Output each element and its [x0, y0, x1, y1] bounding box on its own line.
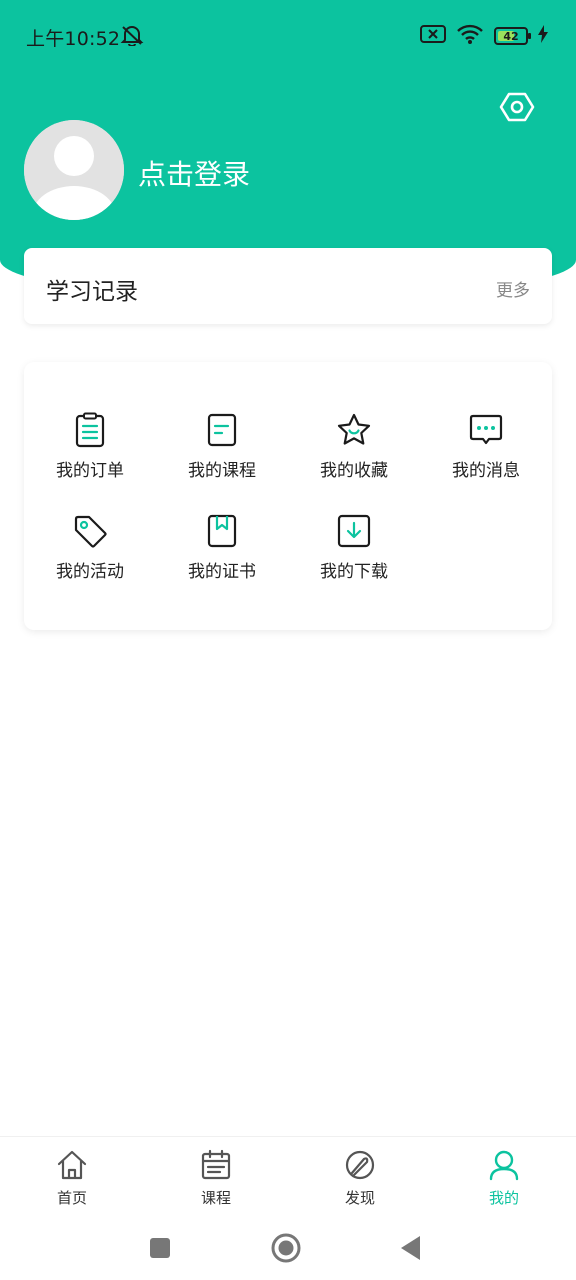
user-icon	[489, 1150, 519, 1181]
menu-item-label: 我的下载	[320, 562, 388, 582]
wifi-icon	[456, 23, 484, 50]
nav-item-label: 课程	[200, 1189, 231, 1207]
recents-button[interactable]	[142, 1230, 178, 1266]
app-screen: 上午10:52 42 点击登录 学习记录 更多 我的订单 我的课程 我的收藏 我…	[0, 0, 576, 1280]
nav-item-mine[interactable]: 我的	[432, 1137, 576, 1217]
default-avatar-icon	[24, 120, 124, 220]
status-bar: 上午10:52 42	[0, 0, 576, 72]
clipboard-icon	[75, 412, 105, 448]
home-button[interactable]	[268, 1230, 304, 1266]
nav-item-discover[interactable]: 发现	[288, 1137, 432, 1217]
discover-icon	[345, 1150, 375, 1180]
document-icon	[207, 413, 237, 447]
chat-icon	[469, 414, 503, 445]
bottom-nav: 首页 课程 发现 我的	[0, 1136, 576, 1216]
menu-item-messages[interactable]: 我的消息	[420, 412, 552, 492]
status-icons: 42	[420, 24, 548, 48]
learning-record-card[interactable]: 学习记录 更多	[24, 248, 552, 324]
menu-item-orders[interactable]: 我的订单	[24, 412, 156, 492]
square-icon	[150, 1238, 170, 1258]
nav-item-label: 发现	[344, 1189, 375, 1207]
home-icon	[57, 1150, 87, 1180]
menu-item-label: 我的收藏	[320, 461, 388, 481]
avatar[interactable]	[24, 120, 124, 220]
battery-icon: 42	[494, 27, 531, 45]
download-icon	[337, 514, 371, 548]
sim-x-icon	[420, 24, 446, 49]
menu-item-courses[interactable]: 我的课程	[156, 412, 288, 492]
calendar-icon	[201, 1149, 231, 1180]
menu-item-label: 我的消息	[452, 461, 520, 481]
menu-item-certificates[interactable]: 我的证书	[156, 513, 288, 593]
nav-item-label: 我的	[488, 1189, 519, 1207]
login-link[interactable]: 点击登录	[138, 153, 250, 193]
nav-item-home[interactable]: 首页	[0, 1137, 144, 1217]
menu-item-downloads[interactable]: 我的下载	[288, 513, 420, 593]
my-menu-card: 我的订单 我的课程 我的收藏 我的消息 我的活动 我的证书 我的下载	[24, 362, 552, 630]
menu-item-label: 我的活动	[56, 562, 124, 582]
menu-item-favorites[interactable]: 我的收藏	[288, 412, 420, 492]
back-button[interactable]	[394, 1230, 430, 1266]
learning-record-title: 学习记录	[46, 279, 138, 305]
charging-icon	[538, 24, 548, 48]
status-time: 上午10:52	[26, 28, 121, 50]
triangle-back-icon	[401, 1236, 420, 1260]
more-link[interactable]: 更多	[496, 276, 530, 301]
bell-off-icon	[120, 24, 144, 51]
system-nav-bar	[0, 1216, 576, 1280]
menu-item-label: 我的订单	[56, 461, 124, 481]
menu-item-label: 我的课程	[188, 461, 256, 481]
hexagon-gear-icon	[499, 92, 535, 122]
tag-icon	[74, 515, 107, 548]
menu-item-label: 我的证书	[188, 562, 256, 582]
battery-level: 42	[503, 29, 519, 43]
menu-item-activities[interactable]: 我的活动	[24, 513, 156, 593]
nav-item-courses[interactable]: 课程	[144, 1137, 288, 1217]
settings-button[interactable]	[498, 88, 536, 126]
bookmark-icon	[207, 514, 237, 548]
circle-icon	[271, 1233, 301, 1263]
star-icon	[337, 413, 371, 445]
nav-item-label: 首页	[56, 1189, 87, 1207]
